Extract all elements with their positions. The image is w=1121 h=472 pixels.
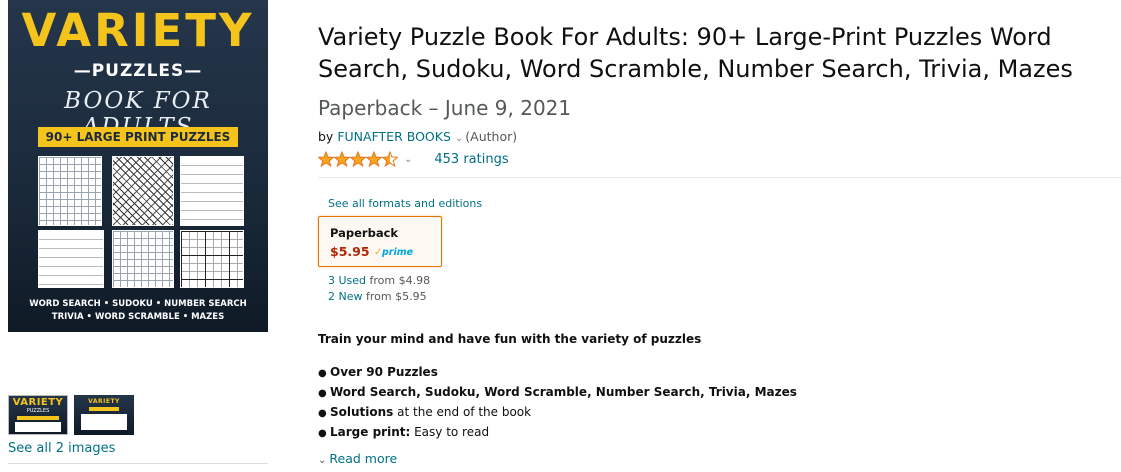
author-role: (Author) [465, 129, 518, 144]
thumbnail-subtitle: PUZZLES [26, 408, 50, 414]
word-search-preview [38, 156, 102, 226]
thumbnail-banner [17, 416, 59, 420]
star-rating[interactable] [318, 151, 398, 167]
thumbnail-2[interactable]: VARIETY [74, 395, 134, 435]
format-option-paperback[interactable]: Paperback $5.95 ✓prime [318, 216, 442, 267]
new-offer: 2 New from $5.95 [328, 290, 427, 303]
feature-bullets: ● Over 90 Puzzles ● Word Search, Sudoku, W… [318, 365, 797, 445]
prime-label: prime [381, 247, 414, 258]
byline-prefix: by [318, 129, 334, 144]
bullet-icon: ● [318, 368, 327, 379]
list-item: ● Word Search, Sudoku, Word Scramble, Num… [318, 385, 797, 399]
thumbnail-title: VARIETY [88, 398, 120, 405]
word-scramble-preview [180, 156, 244, 226]
bullet-icon: ● [318, 428, 327, 439]
thumbnail-puzzles [15, 422, 61, 432]
new-offer-link[interactable]: 2 New [328, 290, 363, 303]
cover-subtitle: —PUZZLES— [73, 61, 203, 81]
chevron-down-icon[interactable]: ⌄ [404, 154, 412, 165]
cover-footer-line1: WORD SEARCH • SUDOKU • NUMBER SEARCH [29, 299, 247, 309]
format-date: Paperback – June 9, 2021 [318, 96, 572, 120]
used-offer-price: from $4.98 [366, 274, 431, 287]
thumbnail-puzzles [81, 414, 127, 430]
read-more-label: Read more [329, 451, 398, 466]
list-item: ● Large print: Easy to read [318, 425, 490, 439]
divider [318, 177, 1121, 178]
thumbnail-banner [89, 407, 119, 411]
bullet-icon: ● [318, 388, 327, 399]
bullet-icon: ● [318, 408, 327, 419]
cover-banner: 90+ LARGE PRINT PUZZLES [38, 127, 238, 147]
format-name: Paperback [330, 226, 399, 240]
ratings-count-link[interactable]: 453 ratings [434, 152, 508, 167]
used-offer-link[interactable]: 3 Used [328, 274, 366, 287]
author-link[interactable]: FUNAFTER BOOKS [337, 129, 451, 144]
chevron-down-icon[interactable]: ⌄ [455, 133, 463, 144]
used-offer: 3 Used from $4.98 [328, 274, 430, 287]
format-price: $5.95 [330, 244, 370, 259]
divider [8, 463, 268, 464]
maze-preview [112, 156, 174, 226]
see-all-formats-link[interactable]: See all formats and editions [328, 197, 482, 210]
description-headline: Train your mind and have fun with the va… [318, 332, 702, 346]
list-item: ● Over 90 Puzzles [318, 365, 438, 379]
thumbnail-1[interactable]: VARIETY PUZZLES [8, 395, 68, 435]
sudoku-preview [180, 230, 244, 288]
byline: by FUNAFTER BOOKS ⌄ (Author) [318, 129, 517, 144]
read-more-link[interactable]: ⌄ Read more [318, 451, 397, 466]
cover-footer: WORD SEARCH • SUDOKU • NUMBER SEARCH TRI… [8, 298, 268, 324]
rating-row: ⌄ 453 ratings [318, 151, 509, 167]
cover-footer-line2: TRIVIA • WORD SCRAMBLE • MAZES [51, 312, 225, 322]
list-item: ● Solutions at the end of the book [318, 405, 532, 419]
see-all-images-link[interactable]: See all 2 images [8, 441, 115, 456]
star-full-icon [318, 151, 334, 167]
product-cover-image[interactable]: VARIETY —PUZZLES— BOOK FOR ADULTS 90+ LA… [8, 0, 268, 332]
thumbnail-title: VARIETY [12, 397, 64, 408]
star-full-icon [334, 151, 350, 167]
prime-badge: ✓prime [374, 247, 413, 258]
new-offer-price: from $5.95 [362, 290, 427, 303]
star-half-icon [382, 151, 398, 167]
chevron-down-icon: ⌄ [318, 455, 327, 466]
check-icon: ✓ [374, 247, 382, 258]
star-full-icon [350, 151, 366, 167]
trivia-preview [38, 230, 104, 288]
star-full-icon [366, 151, 382, 167]
product-title: Variety Puzzle Book For Adults: 90+ Larg… [318, 23, 1073, 83]
number-search-preview [112, 230, 174, 288]
cover-title: VARIETY [21, 4, 255, 57]
